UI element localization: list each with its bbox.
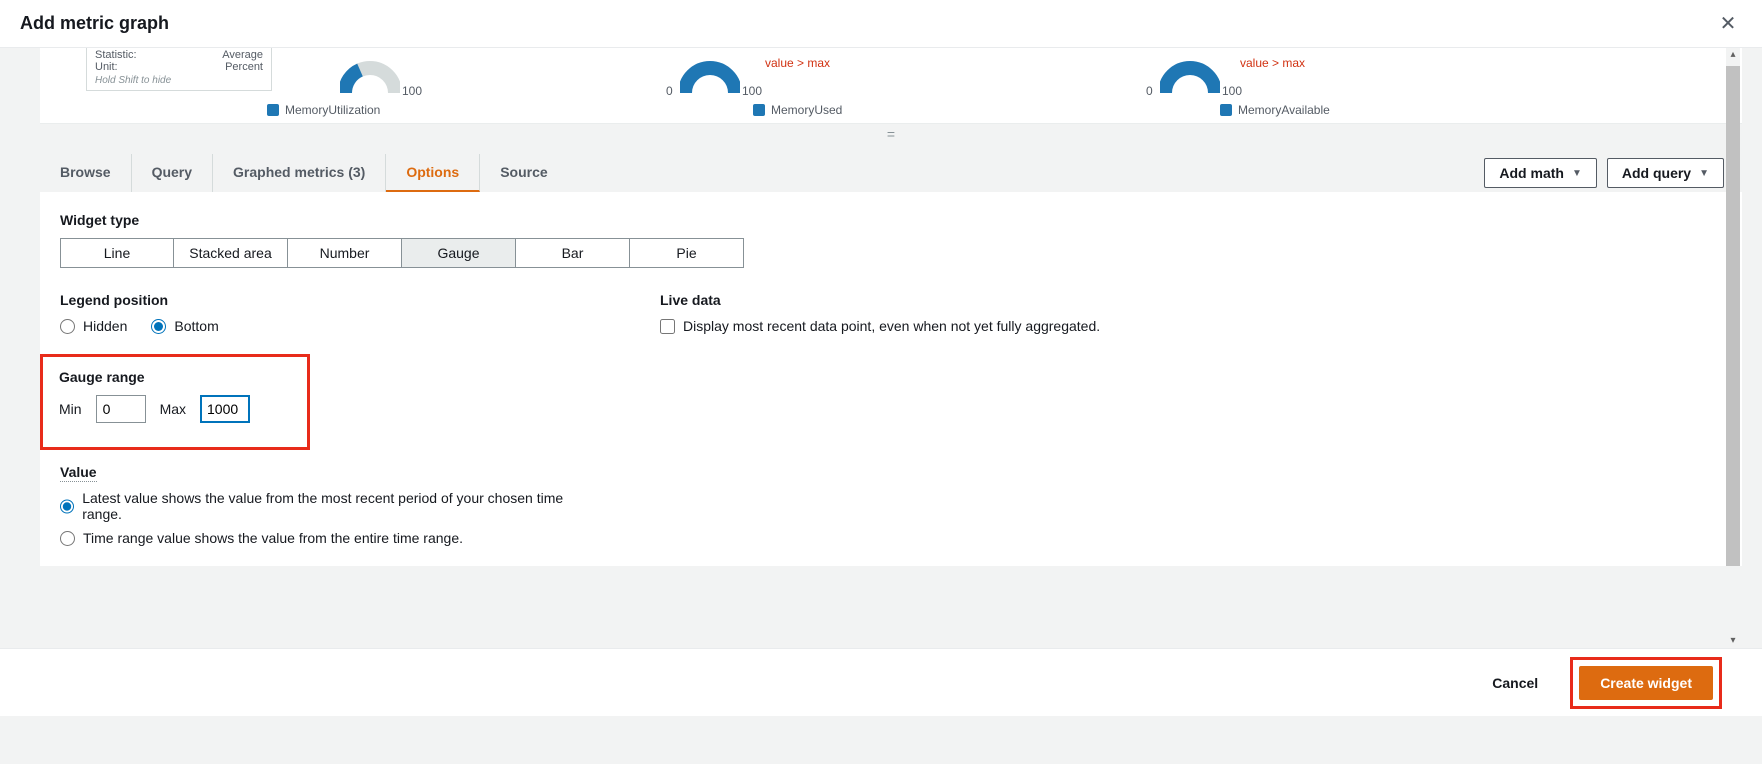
widget-type-bar[interactable]: Bar: [516, 238, 630, 268]
tab-options[interactable]: Options: [386, 154, 480, 192]
close-button[interactable]: ✕: [1714, 10, 1742, 38]
gauge-max-input[interactable]: [200, 395, 250, 423]
gauge-max-label: 100: [402, 84, 422, 98]
modal-header: Add metric graph ✕: [0, 0, 1762, 48]
widget-type-number[interactable]: Number: [288, 238, 402, 268]
gauge-max-label: Max: [160, 401, 186, 417]
chevron-down-icon: ▼: [1572, 168, 1582, 179]
tooltip-stat-value: Average: [222, 49, 263, 61]
tab-browse[interactable]: Browse: [40, 154, 132, 192]
add-query-label: Add query: [1622, 165, 1691, 181]
value-latest-label: Latest value shows the value from the mo…: [82, 490, 580, 522]
create-widget-button[interactable]: Create widget: [1579, 666, 1713, 700]
legend-bottom-radio[interactable]: [151, 319, 166, 334]
gauge-min-input[interactable]: [96, 395, 146, 423]
tabs: Browse Query Graphed metrics (3) Options…: [40, 154, 568, 192]
value-timerange-option[interactable]: Time range value shows the value from th…: [60, 530, 580, 546]
resize-handle[interactable]: =: [40, 124, 1742, 144]
gauge-range-row: Min Max: [59, 395, 291, 423]
scrollbar[interactable]: ▴ ▾: [1726, 48, 1740, 648]
gauge-min-label: 0: [1146, 84, 1153, 98]
value-latest-radio[interactable]: [60, 499, 74, 514]
tab-graphed-metrics[interactable]: Graphed metrics (3): [213, 154, 386, 192]
widget-type-gauge[interactable]: Gauge: [402, 238, 516, 268]
widget-type-line[interactable]: Line: [60, 238, 174, 268]
legend-hidden-option[interactable]: Hidden: [60, 318, 127, 334]
value-section: Value Latest value shows the value from …: [60, 464, 580, 546]
legend-swatch: [267, 104, 279, 116]
chevron-down-icon: ▼: [1699, 168, 1709, 179]
tooltip-stat-label: Statistic:: [95, 49, 137, 61]
add-math-button[interactable]: Add math ▼: [1484, 158, 1596, 188]
gauge-range-highlight: Gauge range Min Max: [40, 354, 310, 450]
legend-hidden-radio[interactable]: [60, 319, 75, 334]
value-timerange-radio[interactable]: [60, 531, 75, 546]
tab-source[interactable]: Source: [480, 154, 567, 192]
legend-item[interactable]: MemoryUsed: [753, 103, 842, 117]
tab-query[interactable]: Query: [132, 154, 213, 192]
legend-label: MemoryUtilization: [285, 103, 380, 117]
gauge-min-label: Min: [59, 401, 82, 417]
value-exceed-warning: value > max: [765, 56, 830, 70]
widget-type-label: Widget type: [60, 212, 1722, 228]
legend-label: MemoryAvailable: [1238, 103, 1330, 117]
cancel-button[interactable]: Cancel: [1472, 667, 1558, 699]
legend-position-label: Legend position: [60, 292, 580, 308]
gauge-max-label: 100: [1222, 84, 1242, 98]
live-data-checkbox[interactable]: [660, 319, 675, 334]
legend-item[interactable]: MemoryAvailable: [1220, 103, 1330, 117]
legend-hidden-label: Hidden: [83, 318, 127, 334]
value-timerange-label: Time range value shows the value from th…: [83, 530, 463, 546]
gauge-range-label: Gauge range: [59, 369, 291, 385]
legend-bottom-label: Bottom: [174, 318, 218, 334]
legend-swatch: [753, 104, 765, 116]
create-widget-highlight: Create widget: [1570, 657, 1722, 709]
modal-title: Add metric graph: [20, 13, 169, 34]
tooltip-unit-value: Percent: [225, 61, 263, 73]
gauge-max-label: 100: [742, 84, 762, 98]
gauge-memory-available: 0 100: [1160, 48, 1220, 98]
scroll-down-icon[interactable]: ▾: [1726, 634, 1740, 648]
modal-footer: Cancel Create widget: [0, 648, 1762, 716]
legend-label: MemoryUsed: [771, 103, 842, 117]
value-section-label: Value: [60, 464, 97, 482]
tooltip-hint: Hold Shift to hide: [95, 75, 263, 86]
tooltip-unit-label: Unit:: [95, 61, 118, 73]
live-data-option[interactable]: Display most recent data point, even whe…: [660, 318, 1722, 334]
tab-actions: Add math ▼ Add query ▼: [1484, 158, 1742, 188]
gauge-memory-utilization: 100: [340, 48, 400, 98]
close-icon: ✕: [1720, 13, 1737, 35]
live-data-desc: Display most recent data point, even whe…: [683, 318, 1100, 334]
live-data-label: Live data: [660, 292, 1722, 308]
scroll-thumb[interactable]: [1726, 66, 1740, 566]
add-math-label: Add math: [1499, 165, 1564, 181]
options-panel: Widget type Line Stacked area Number Gau…: [40, 192, 1742, 566]
scroll-up-icon[interactable]: ▴: [1726, 48, 1740, 62]
widget-type-group: Line Stacked area Number Gauge Bar Pie: [60, 238, 1722, 268]
value-latest-option[interactable]: Latest value shows the value from the mo…: [60, 490, 580, 522]
gauge-min-label: 0: [666, 84, 673, 98]
tabs-row: Browse Query Graphed metrics (3) Options…: [40, 144, 1742, 192]
add-query-button[interactable]: Add query ▼: [1607, 158, 1724, 188]
chart-preview-panel: Statistic: Average Unit: Percent Hold Sh…: [40, 48, 1742, 124]
chart-tooltip: Statistic: Average Unit: Percent Hold Sh…: [86, 48, 272, 91]
gauge-memory-used: 0 100: [680, 48, 740, 98]
value-exceed-warning: value > max: [1240, 56, 1305, 70]
legend-position-options: Hidden Bottom: [60, 318, 580, 334]
widget-type-pie[interactable]: Pie: [630, 238, 744, 268]
legend-item[interactable]: MemoryUtilization: [267, 103, 380, 117]
legend-bottom-option[interactable]: Bottom: [151, 318, 218, 334]
widget-type-stacked-area[interactable]: Stacked area: [174, 238, 288, 268]
legend-swatch: [1220, 104, 1232, 116]
